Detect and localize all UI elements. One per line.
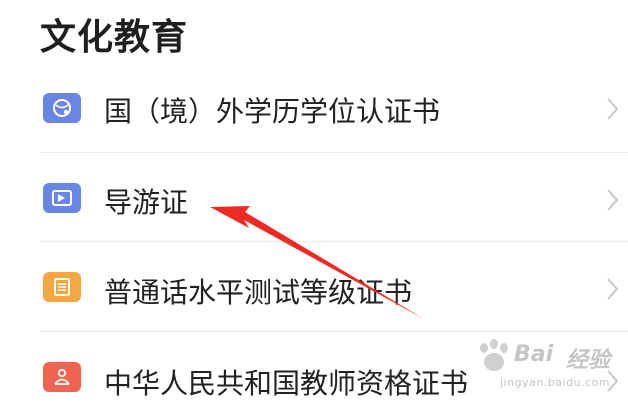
list-item-foreign-degree-certification[interactable]: 国（境）外学历学位认证书 [0, 64, 628, 152]
mandarin-test-certificate-icon [43, 272, 81, 302]
item-label: 中华人民共和国教师资格证书 [104, 367, 469, 400]
chevron-right-icon [602, 274, 622, 304]
watermark-brand: Bai [514, 342, 554, 367]
item-label: 国（境）外学历学位认证书 [104, 95, 441, 128]
teacher-qualification-icon [43, 362, 81, 392]
list-item-mandarin-test-certificate[interactable]: 普通话水平测试等级证书 [0, 242, 628, 330]
paw-logo-icon [480, 339, 508, 371]
item-label: 导游证 [104, 186, 189, 219]
item-label: 普通话水平测试等级证书 [104, 276, 413, 309]
globe-certificate-icon [43, 93, 81, 123]
watermark-brand-suffix: 经验 [566, 348, 611, 373]
baidu-watermark: Bai 经验 jingyan.baidu.com [474, 338, 624, 404]
watermark-url: jingyan.baidu.com [500, 376, 611, 389]
page: 文化教育 国（境）外学历学位认证书 导游证 普通话水平测试等级证书 中华人民共和… [0, 0, 628, 406]
list-item-tour-guide-license[interactable]: 导游证 [0, 153, 628, 241]
chevron-right-icon [602, 94, 622, 124]
tour-guide-card-icon [43, 183, 81, 213]
section-title: 文化教育 [40, 17, 189, 58]
chevron-right-icon [602, 185, 622, 215]
